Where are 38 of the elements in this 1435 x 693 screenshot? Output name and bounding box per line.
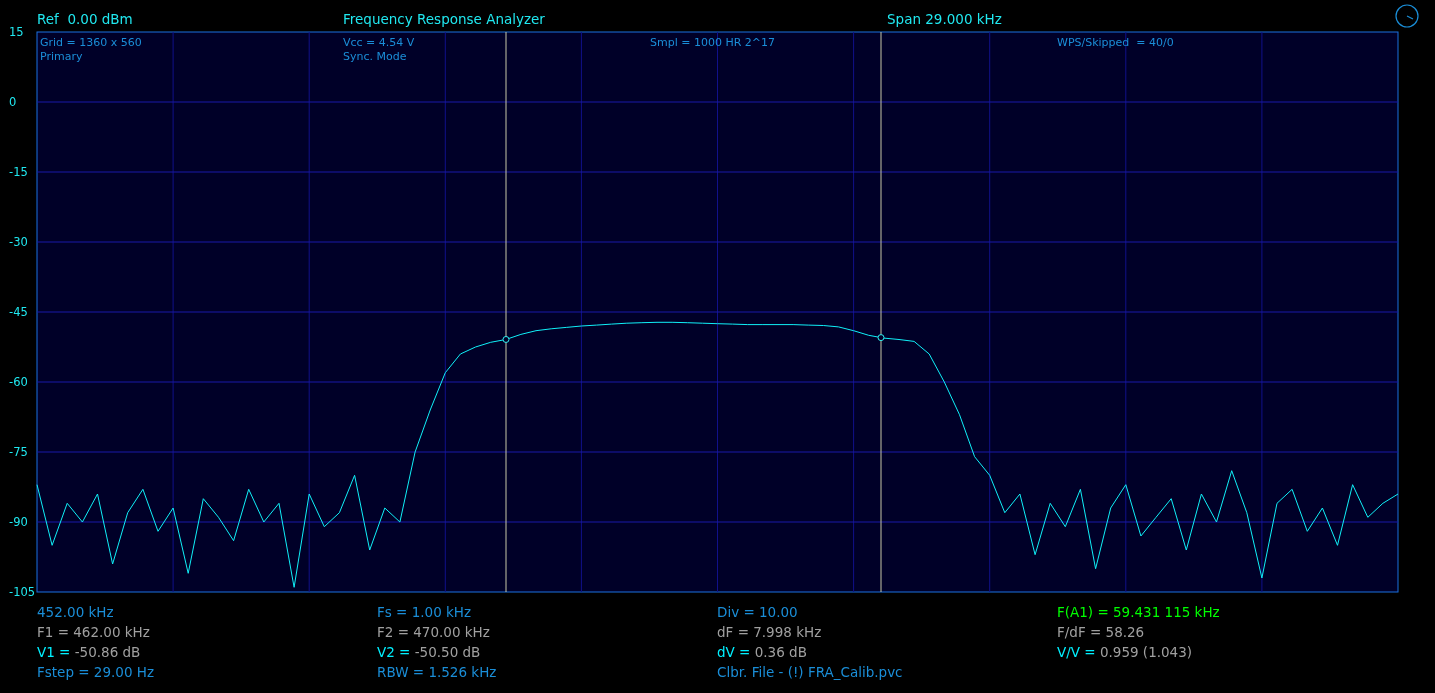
readout-text: dF = 7.998 kHz	[717, 623, 822, 642]
plot-info-text: Vcc = 4.54 V	[343, 36, 415, 49]
axis-label: -105	[9, 585, 36, 599]
axis-label: -75	[9, 445, 28, 459]
cursor-line[interactable]	[880, 31, 882, 593]
marker-circle	[877, 334, 885, 342]
readout-text: RBW = 1.526 kHz	[377, 663, 497, 682]
marker-circle	[502, 335, 510, 343]
readout-text: Fstep = 29.00 Hz	[37, 663, 155, 682]
readout-text: dV = 0.36 dB	[717, 643, 807, 662]
plot-info-text: WPS/Skipped = 40/0	[1057, 36, 1174, 49]
axis-label: -60	[9, 375, 28, 389]
plot-info-text: Smpl = 1000 HR 2^17	[650, 36, 776, 49]
axis-label: -30	[9, 235, 28, 249]
readout-text: F1 = 462.00 kHz	[37, 623, 150, 642]
readout-text: F(A1) = 59.431 115 kHz	[1057, 603, 1220, 622]
axis-label: -45	[9, 305, 28, 319]
analyzer-title: Frequency Response Analyzer	[343, 11, 546, 28]
readout-text: Clbr. File - (!) FRA_Calib.pvc	[717, 663, 903, 682]
reference-level: Ref 0.00 dBm	[37, 11, 134, 28]
plot-info-text: Sync. Mode	[343, 50, 407, 63]
axis-label: 15	[9, 25, 24, 39]
readout-text: Fs = 1.00 kHz	[377, 603, 472, 622]
readout-text: V2 = -50.50 dB	[377, 643, 481, 662]
axis-label: -90	[9, 515, 28, 529]
cursor-line[interactable]	[505, 31, 507, 593]
readout-text: F2 = 470.00 kHz	[377, 623, 490, 642]
readout-text: 452.00 kHz	[37, 603, 114, 622]
plot-info-text: Grid = 1360 x 560	[40, 36, 142, 49]
axis-label: 0	[9, 95, 17, 109]
readout-text: F/dF = 58.26	[1057, 623, 1145, 642]
plot-info-text: Primary	[40, 50, 83, 63]
readout-text: V/V = 0.959 (1.043)	[1057, 643, 1193, 662]
axis-label: -15	[9, 165, 28, 179]
clock-icon[interactable]	[1395, 4, 1419, 28]
span-readout: Span 29.000 kHz	[887, 11, 1003, 28]
readout-text: V1 = -50.86 dB	[37, 643, 141, 662]
readout-text: Div = 10.00	[717, 603, 798, 622]
